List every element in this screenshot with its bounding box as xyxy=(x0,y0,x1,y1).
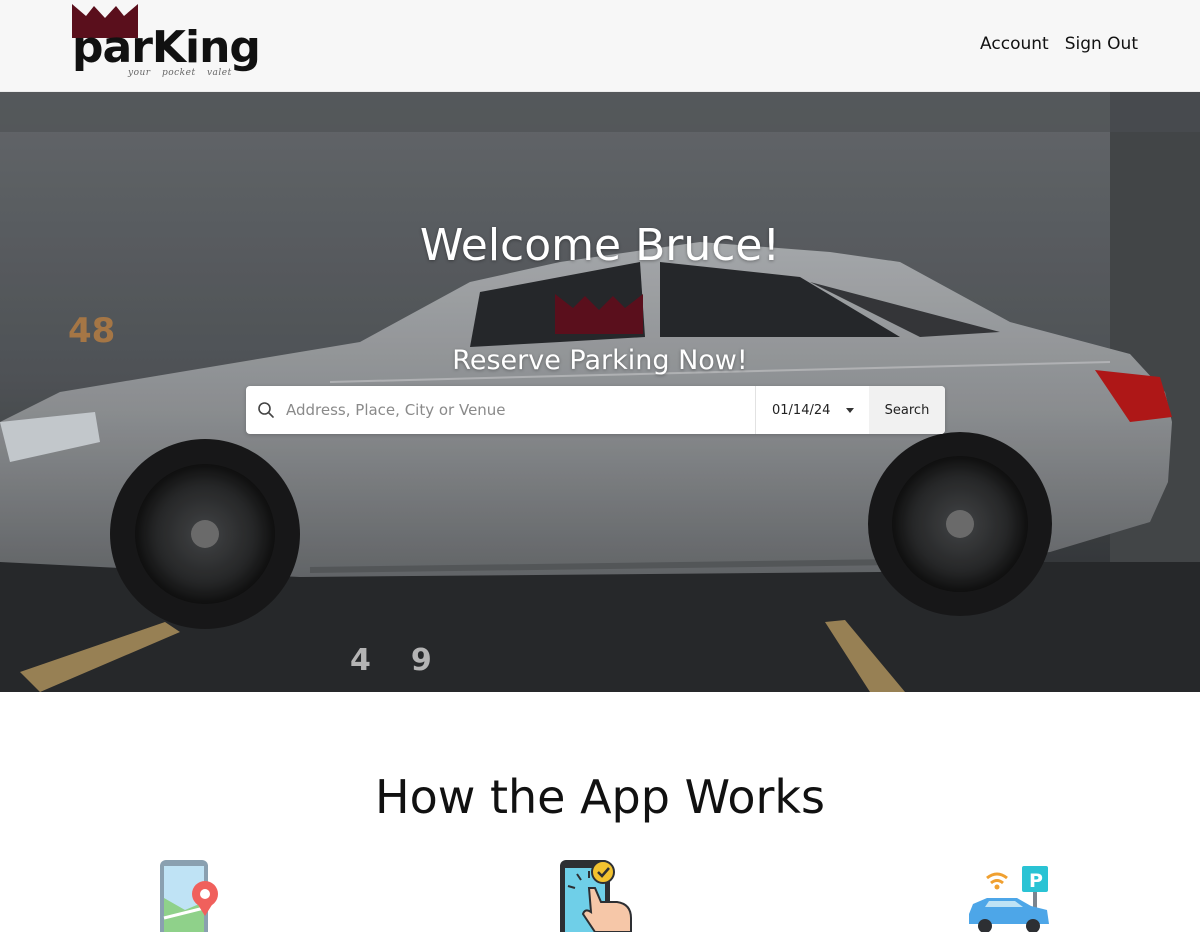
parking-search-bar: 01/14/24 Search xyxy=(246,386,945,434)
parking-logo[interactable]: parKing your pocket valet xyxy=(72,4,261,84)
phone-tap-icon xyxy=(560,860,632,932)
reserve-parking-heading: Reserve Parking Now! xyxy=(452,345,748,376)
hero-banner: 49 48 Welcome Bruce! Reserve Parking Now… xyxy=(0,92,1200,692)
how-it-works-heading: How the App Works xyxy=(374,770,826,824)
nav-sign-out-link[interactable]: Sign Out xyxy=(1065,34,1138,54)
crown-icon xyxy=(555,294,643,334)
chevron-down-icon xyxy=(846,407,855,413)
map-location-icon xyxy=(160,860,218,932)
top-navbar: parKing your pocket valet Account Sign O… xyxy=(0,0,1200,92)
date-select[interactable]: 01/14/24 xyxy=(755,386,869,434)
location-search-input[interactable] xyxy=(286,386,755,434)
nav-links: Account Sign Out xyxy=(980,34,1138,54)
svg-text:P: P xyxy=(1029,870,1043,892)
car-parking-icon: P xyxy=(969,866,1049,932)
logo-wordmark: parKing xyxy=(72,22,261,73)
welcome-heading: Welcome Bruce! xyxy=(419,220,781,271)
search-button[interactable]: Search xyxy=(869,386,945,434)
logo-tagline: your pocket valet xyxy=(128,68,232,78)
date-value: 01/14/24 xyxy=(772,402,831,418)
nav-account-link[interactable]: Account xyxy=(980,34,1049,54)
search-icon xyxy=(246,386,286,434)
